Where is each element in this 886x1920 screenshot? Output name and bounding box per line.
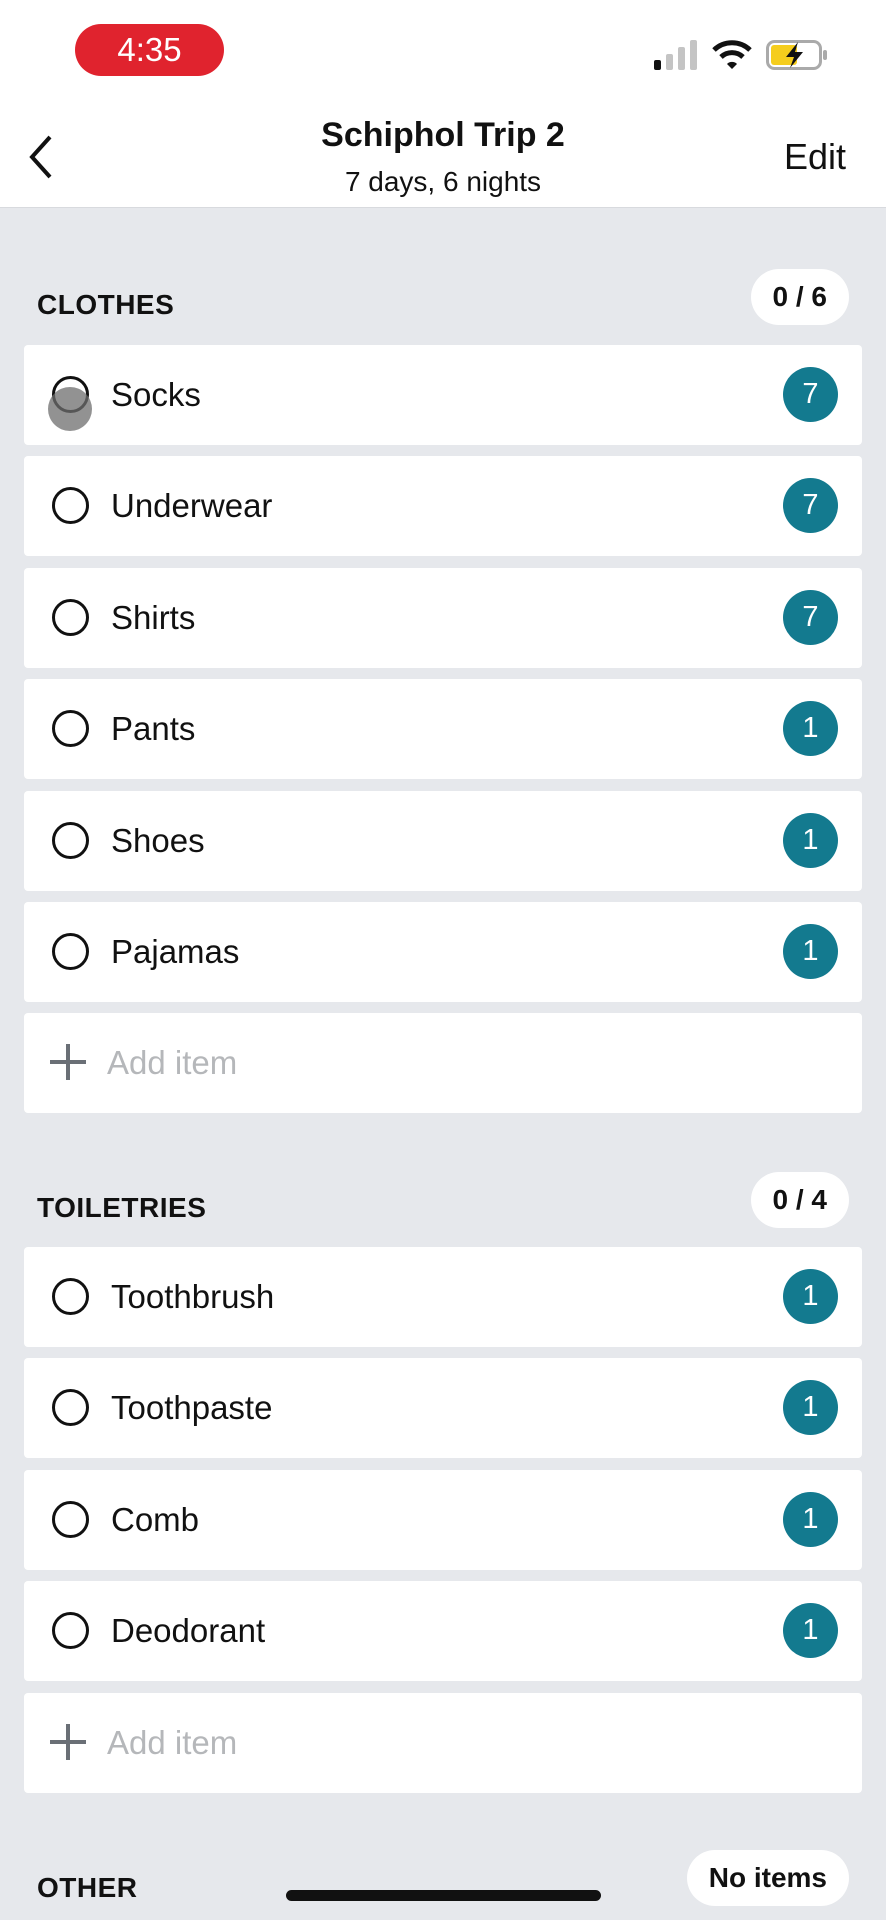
list-item[interactable]: Shirts 7 <box>24 568 862 668</box>
list-item[interactable]: Toothpaste 1 <box>24 1358 862 1458</box>
add-item-button[interactable]: Add item <box>24 1693 862 1793</box>
battery-charging-icon <box>766 40 827 70</box>
list-item[interactable]: Pants 1 <box>24 679 862 779</box>
quantity-badge[interactable]: 7 <box>783 478 838 533</box>
quantity-badge[interactable]: 1 <box>783 1603 838 1658</box>
list-item[interactable]: Underwear 7 <box>24 456 862 556</box>
page-title: Schiphol Trip 2 <box>321 116 565 154</box>
section-count-badge: 0 / 6 <box>750 269 849 325</box>
list-item[interactable]: Pajamas 1 <box>24 902 862 1002</box>
checkbox-circle-icon[interactable] <box>52 487 89 524</box>
edit-button[interactable]: Edit <box>784 136 846 178</box>
quantity-badge[interactable]: 1 <box>783 1380 838 1435</box>
quantity-badge[interactable]: 1 <box>783 1492 838 1547</box>
quantity-badge[interactable]: 7 <box>783 367 838 422</box>
section-label-other: OTHER <box>37 1872 138 1903</box>
cellular-signal-icon <box>654 40 697 70</box>
checkbox-circle-icon[interactable] <box>52 822 89 859</box>
checkbox-circle-icon[interactable] <box>52 933 89 970</box>
item-name: Pants <box>111 710 196 747</box>
wifi-icon <box>712 40 752 69</box>
section-label-clothes: CLOTHES <box>37 289 175 320</box>
section-count-badge: No items <box>686 1850 849 1906</box>
item-name: Shoes <box>111 822 205 859</box>
home-indicator <box>286 1890 601 1901</box>
quantity-badge[interactable]: 1 <box>783 1269 838 1324</box>
quantity-badge[interactable]: 7 <box>783 590 838 645</box>
checkbox-circle-icon[interactable] <box>52 599 89 636</box>
quantity-badge[interactable]: 1 <box>783 813 838 868</box>
list-item[interactable]: Shoes 1 <box>24 791 862 891</box>
add-item-placeholder: Add item <box>107 1724 238 1761</box>
page-subtitle: 7 days, 6 nights <box>344 166 542 197</box>
item-name: Toothbrush <box>111 1278 275 1315</box>
item-name: Deodorant <box>111 1612 266 1649</box>
add-item-button[interactable]: Add item <box>24 1013 862 1113</box>
list-item[interactable]: Toothbrush 1 <box>24 1247 862 1347</box>
item-name: Toothpaste <box>111 1389 273 1426</box>
item-name: Socks <box>111 376 201 413</box>
status-time: 4:35 <box>75 24 224 76</box>
quantity-badge[interactable]: 1 <box>783 701 838 756</box>
list-item[interactable]: Comb 1 <box>24 1470 862 1570</box>
add-item-placeholder: Add item <box>107 1044 238 1081</box>
section-label-toiletries: TOILETRIES <box>37 1192 207 1223</box>
plus-icon <box>50 1044 86 1080</box>
touch-indicator <box>48 387 92 431</box>
checkbox-circle-icon[interactable] <box>52 710 89 747</box>
checkbox-circle-icon[interactable] <box>52 1389 89 1426</box>
list-item[interactable]: Deodorant 1 <box>24 1581 862 1681</box>
quantity-badge[interactable]: 1 <box>783 924 838 979</box>
item-name: Pajamas <box>111 933 240 970</box>
checkbox-circle-icon[interactable] <box>52 1501 89 1538</box>
status-bar: 4:35 <box>0 0 886 100</box>
plus-icon <box>50 1724 86 1760</box>
checkbox-circle-icon[interactable] <box>52 1612 89 1649</box>
item-name: Underwear <box>111 487 273 524</box>
item-name: Shirts <box>111 599 196 636</box>
nav-header: Schiphol Trip 2 7 days, 6 nights Edit <box>0 100 886 208</box>
item-name: Comb <box>111 1501 200 1538</box>
list-item[interactable]: Socks 7 <box>24 345 862 445</box>
checkbox-circle-icon[interactable] <box>52 1278 89 1315</box>
section-count-badge: 0 / 4 <box>750 1172 849 1228</box>
